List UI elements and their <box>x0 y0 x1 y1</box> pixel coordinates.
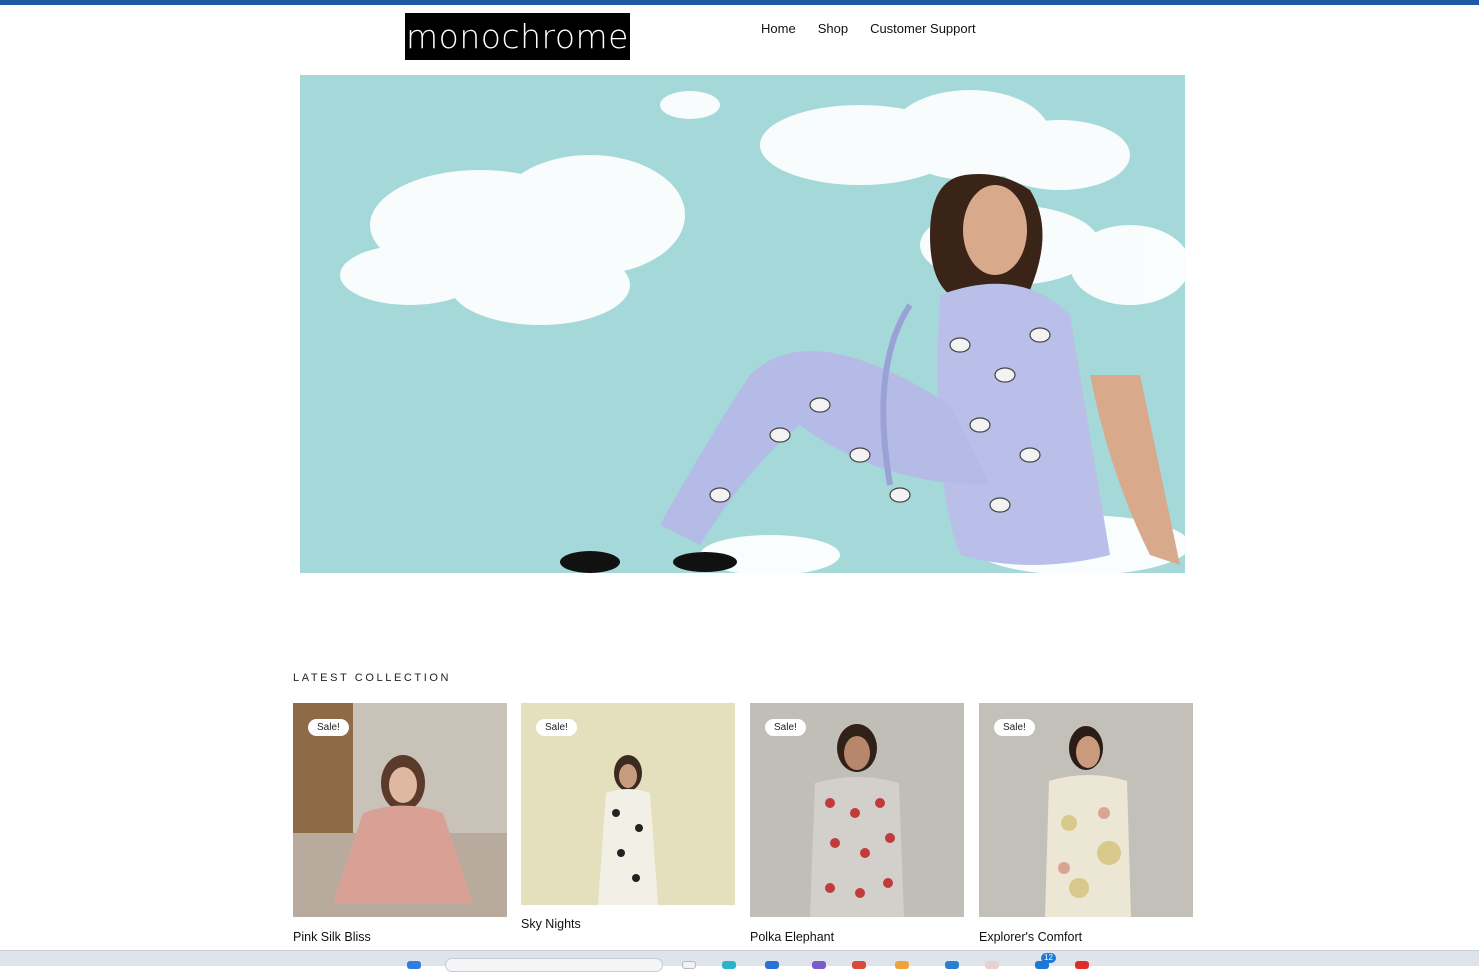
sale-badge: Sale! <box>308 719 349 736</box>
hero-banner-image[interactable] <box>300 75 1185 573</box>
product-image[interactable]: Sale! <box>293 703 507 917</box>
sale-badge: Sale! <box>994 719 1035 736</box>
photos-icon[interactable] <box>985 961 999 969</box>
sale-badge: Sale! <box>765 719 806 736</box>
nav-home[interactable]: Home <box>761 21 796 36</box>
start-icon[interactable] <box>407 961 421 969</box>
youtube-icon[interactable] <box>1075 961 1089 969</box>
taskbar-search-input[interactable] <box>445 958 663 972</box>
site-logo[interactable]: monochrome <box>405 13 630 60</box>
nav-customer-support[interactable]: Customer Support <box>870 21 976 36</box>
product-image[interactable]: Sale! <box>979 703 1193 917</box>
product-image[interactable]: Sale! <box>521 703 735 905</box>
section-title-latest-collection: LATEST COLLECTION <box>293 672 452 684</box>
notification-count-badge: 12 <box>1041 953 1056 963</box>
edge-icon[interactable] <box>722 961 736 969</box>
chrome-icon[interactable] <box>852 961 866 969</box>
browser-top-strip <box>0 0 1479 5</box>
product-card-pink-silk-bliss[interactable]: Sale! Pink Silk Bliss <box>293 703 507 944</box>
main-nav: Home Shop Customer Support <box>761 21 976 36</box>
product-image[interactable]: Sale! <box>750 703 964 917</box>
product-name[interactable]: Polka Elephant <box>750 930 964 944</box>
hero-illustration <box>340 90 1185 573</box>
files-icon[interactable] <box>895 961 909 969</box>
store-icon[interactable] <box>765 961 779 969</box>
product-name[interactable]: Sky Nights <box>521 917 735 931</box>
task-view-icon[interactable] <box>682 961 696 969</box>
os-taskbar: 12 <box>0 950 1479 972</box>
sale-badge: Sale! <box>536 719 577 736</box>
product-name[interactable]: Explorer's Comfort <box>979 930 1193 944</box>
product-card-sky-nights[interactable]: Sale! Sky Nights <box>521 703 735 931</box>
product-card-polka-elephant[interactable]: Sale! Polka Elephant <box>750 703 964 944</box>
nav-shop[interactable]: Shop <box>818 21 848 36</box>
teams-icon[interactable] <box>812 961 826 969</box>
product-name[interactable]: Pink Silk Bliss <box>293 930 507 944</box>
product-card-explorers-comfort[interactable]: Sale! Explorer's Comfort <box>979 703 1193 944</box>
mail-icon[interactable] <box>945 961 959 969</box>
